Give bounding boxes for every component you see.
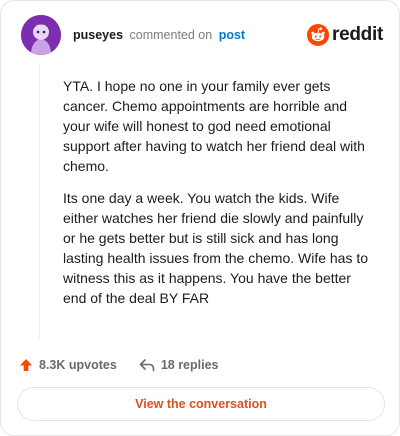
upvote-icon xyxy=(20,359,32,371)
reply-icon xyxy=(139,359,155,372)
brand-wordmark: reddit xyxy=(332,24,383,45)
comment-header: puseyes commented on post reddit xyxy=(21,15,383,55)
upvote-count: 8.3K upvotes xyxy=(39,358,117,372)
post-link[interactable]: post xyxy=(219,28,245,42)
replies-button[interactable]: 18 replies xyxy=(139,358,219,372)
action-text: commented on xyxy=(129,28,213,42)
embedded-comment-card: puseyes commented on post reddit YTA. I … xyxy=(0,0,400,436)
comment-body: YTA. I hope no one in your family ever g… xyxy=(63,76,373,320)
reddit-logo-icon xyxy=(307,24,330,46)
comment-actions: 8.3K upvotes 18 replies xyxy=(19,355,241,375)
view-conversation-button[interactable]: View the conversation xyxy=(17,387,385,421)
upvote-button[interactable]: 8.3K upvotes xyxy=(19,358,117,372)
comment-paragraph: YTA. I hope no one in your family ever g… xyxy=(63,78,365,174)
comment-meta: puseyes commented on post xyxy=(73,27,307,43)
reddit-brand[interactable]: reddit xyxy=(307,24,383,46)
comment-paragraph: Its one day a week. You watch the kids. … xyxy=(63,190,369,306)
username-link[interactable]: puseyes xyxy=(73,28,123,42)
avatar-icon xyxy=(21,15,61,55)
avatar[interactable] xyxy=(21,15,61,55)
reply-count: 18 replies xyxy=(160,358,219,372)
thread-line xyxy=(39,63,40,339)
